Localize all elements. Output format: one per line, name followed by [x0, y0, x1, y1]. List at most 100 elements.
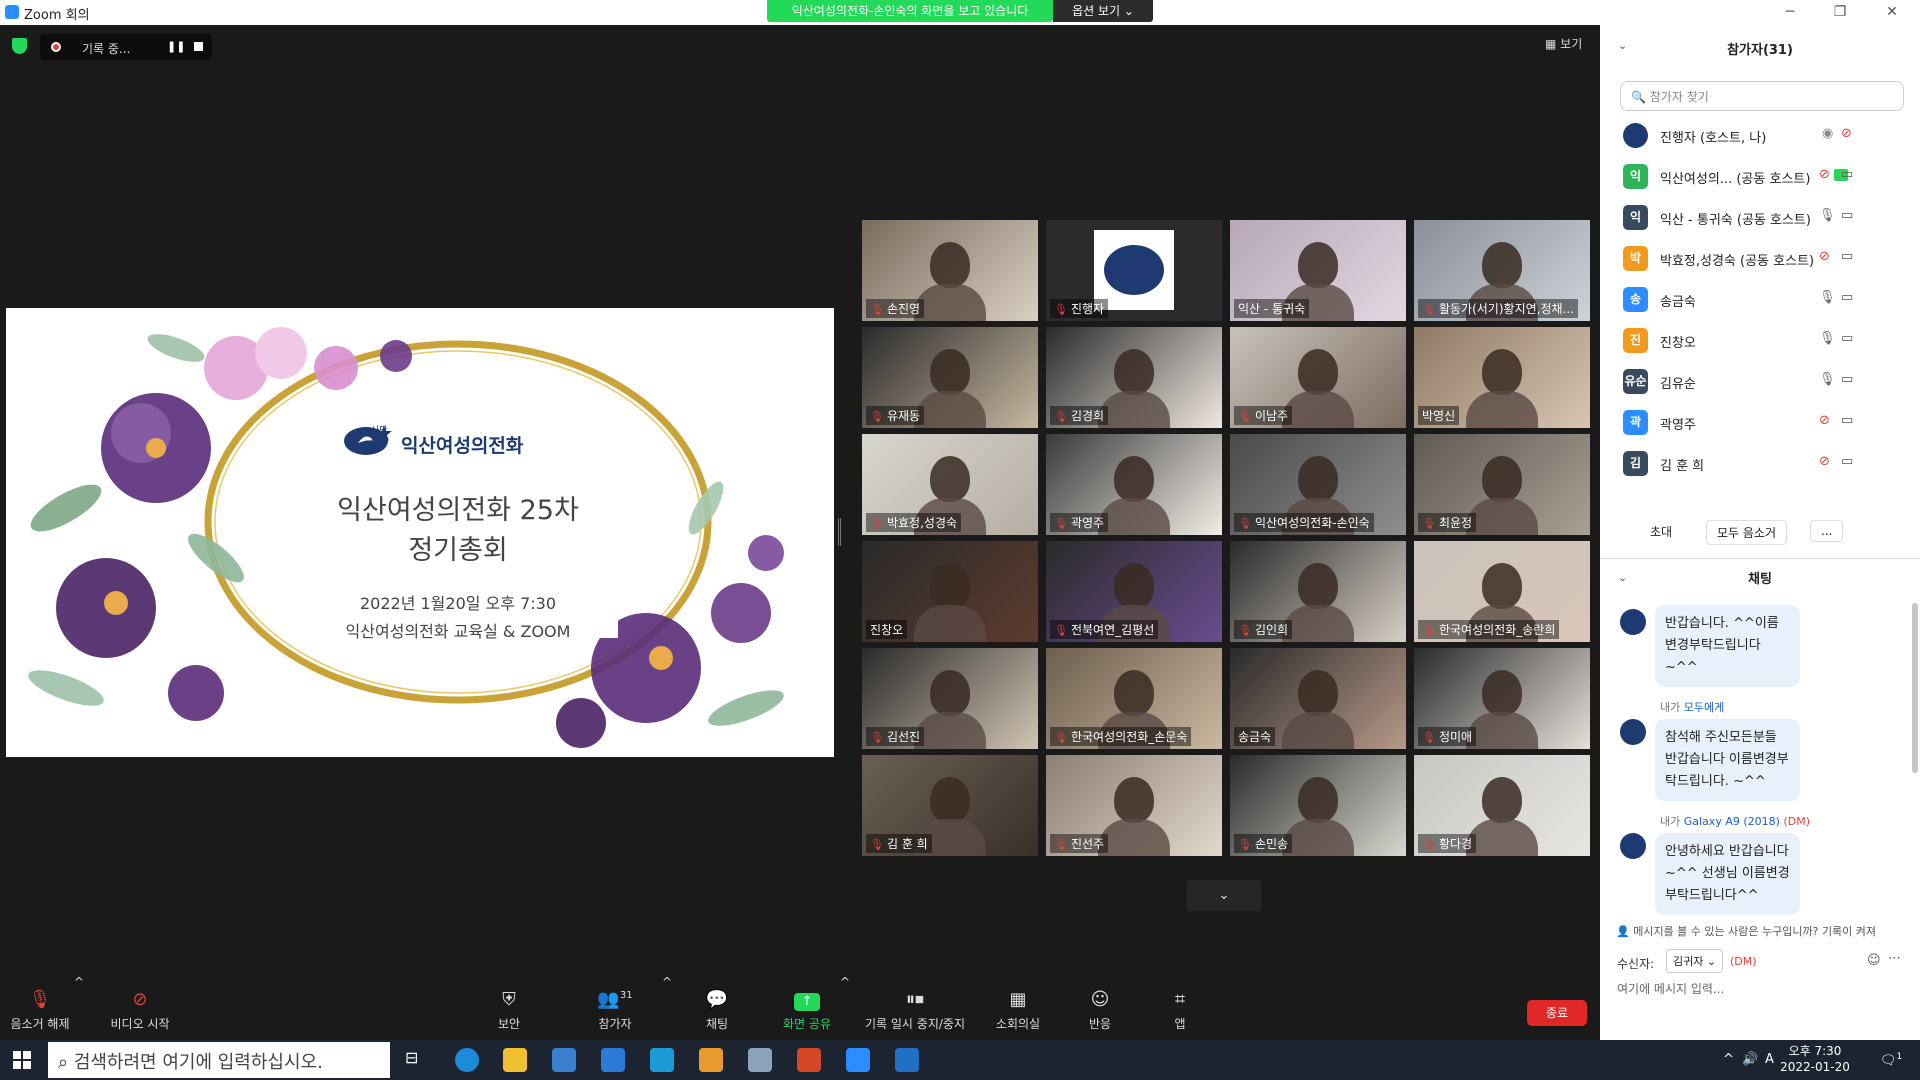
mic-muted-icon[interactable]: ⊘: [1819, 454, 1830, 469]
video-tile[interactable]: 🎙 김인희: [1230, 541, 1406, 642]
camera-off-icon[interactable]: ▭: [1841, 454, 1853, 469]
pause-recording-icon[interactable]: ❚❚: [167, 40, 185, 53]
video-tile[interactable]: 🎙 최윤정: [1414, 434, 1590, 535]
chat-button[interactable]: 💬 채팅: [692, 975, 742, 1040]
recipient-select[interactable]: 김귀자 ⌄: [1666, 949, 1724, 973]
security-button[interactable]: ⛨ 보안: [484, 975, 534, 1040]
video-tile[interactable]: 🎙 한국여성의전화_송란희: [1414, 541, 1590, 642]
video-tile[interactable]: 🎙 한국여성의전화_손문숙: [1046, 648, 1222, 749]
video-tile[interactable]: 🎙 박효정,성경숙: [862, 434, 1038, 535]
video-tile[interactable]: 익산 - 통귀숙: [1230, 220, 1406, 321]
minimize-icon[interactable]: ─: [1770, 2, 1810, 24]
video-tile[interactable]: 🎙 황다경: [1414, 755, 1590, 856]
camera-off-icon[interactable]: ▭: [1841, 290, 1853, 305]
ime-indicator[interactable]: A: [1765, 1052, 1774, 1067]
video-tile[interactable]: 🎙 유재동: [862, 327, 1038, 428]
message-recipient[interactable]: 모두에게: [1684, 701, 1724, 714]
video-tile[interactable]: 🎙 손민송: [1230, 755, 1406, 856]
app-icon[interactable]: [650, 1048, 674, 1072]
volume-icon[interactable]: 🔊: [1742, 1052, 1758, 1067]
participant-row[interactable]: 유순 김유순 🎙 ▭: [1600, 361, 1910, 402]
taskbar-search-input[interactable]: ⌕ 검색하려면 여기에 입력하십시오.: [48, 1042, 390, 1078]
video-tile[interactable]: 🎙 곽영주: [1046, 434, 1222, 535]
participant-row[interactable]: 익 익산 - 통귀숙 (공동 호스트) 🎙 ▭: [1600, 197, 1910, 238]
more-options-button[interactable]: ...: [1810, 520, 1844, 542]
mic-icon[interactable]: 🎙: [1819, 372, 1836, 387]
camera-off-icon[interactable]: ▭: [1841, 331, 1853, 346]
unmute-button[interactable]: 🎙 음소거 해제: [10, 975, 70, 1040]
participant-row[interactable]: 익 익산여성의... (공동 호스트) ⊘ ▭: [1600, 156, 1910, 197]
video-tile[interactable]: 🎙 진행자: [1046, 220, 1222, 321]
mic-muted-icon[interactable]: ⊘: [1841, 126, 1852, 141]
apps-button[interactable]: ⌗ 앱: [1165, 975, 1195, 1040]
close-icon[interactable]: ✕: [1872, 2, 1912, 24]
share-screen-button[interactable]: ↑ 화면 공유: [772, 975, 842, 1040]
participant-row[interactable]: 곽 곽영주 ⊘ ▭: [1600, 402, 1910, 443]
mic-icon[interactable]: 🎙: [1819, 290, 1836, 305]
participant-search-input[interactable]: 🔍 참가자 찾기: [1620, 81, 1904, 111]
video-tile[interactable]: 🎙 김선진: [862, 648, 1038, 749]
chat-scrollbar[interactable]: [1912, 603, 1918, 773]
reactions-button[interactable]: ☺ 반응: [1085, 975, 1115, 1040]
powerpoint-icon[interactable]: [797, 1048, 821, 1072]
tray-caret-icon[interactable]: ^: [1723, 1052, 1734, 1067]
record-button[interactable]: ⏸⏹ 기록 일시 중지/중지: [860, 975, 970, 1040]
share-options-caret[interactable]: ^: [840, 975, 850, 1040]
chat-more-icon[interactable]: ⋯: [1888, 951, 1901, 966]
video-tile[interactable]: 🎙 정미애: [1414, 648, 1590, 749]
emoji-icon[interactable]: ☺: [1867, 953, 1881, 968]
video-tile[interactable]: 송금숙: [1230, 648, 1406, 749]
video-tile[interactable]: 박영신: [1414, 327, 1590, 428]
video-tile[interactable]: 🎙 전북여연_김평선: [1046, 541, 1222, 642]
utility-icon[interactable]: [748, 1048, 772, 1072]
video-tile[interactable]: 🎙 익산여성의전화-손인숙: [1230, 434, 1406, 535]
file-explorer-icon[interactable]: [503, 1048, 527, 1072]
camera-off-icon[interactable]: ▭: [1841, 167, 1853, 182]
edge-icon[interactable]: [455, 1048, 479, 1072]
participant-row[interactable]: 송 송금숙 🎙 ▭: [1600, 279, 1910, 320]
chat-message-input[interactable]: 여기에 메시지 입력...: [1617, 980, 1724, 997]
participant-row[interactable]: 진 진창오 🎙 ▭: [1600, 320, 1910, 361]
video-tile[interactable]: 🎙 손진영: [862, 220, 1038, 321]
record-status-icon[interactable]: ◉: [1822, 126, 1833, 141]
participants-button[interactable]: 👥31 참가자: [590, 975, 640, 1040]
start-video-button[interactable]: ⊘ 비디오 시작: [100, 975, 180, 1040]
restore-icon[interactable]: ❐: [1820, 2, 1860, 24]
view-options-button[interactable]: 옵션 보기 ⌄: [1053, 0, 1153, 22]
mic-muted-icon[interactable]: ⊘: [1819, 167, 1830, 182]
participants-options-caret[interactable]: ^: [662, 975, 672, 1040]
video-tile[interactable]: 🎙 김경희: [1046, 327, 1222, 428]
zoom-taskbar-icon[interactable]: [846, 1048, 870, 1072]
split-divider[interactable]: [838, 518, 841, 546]
video-tile[interactable]: 🎙 진선주: [1046, 755, 1222, 856]
mail-icon[interactable]: [601, 1048, 625, 1072]
end-meeting-button[interactable]: 종료: [1527, 1000, 1587, 1026]
mic-muted-icon[interactable]: ⊘: [1819, 413, 1830, 428]
taskbar-clock[interactable]: 오후 7:30 2022-01-20: [1780, 1043, 1850, 1075]
media-player-icon[interactable]: [699, 1048, 723, 1072]
gallery-next-button[interactable]: ⌄: [1187, 880, 1261, 911]
video-tile[interactable]: 🎙 이남주: [1230, 327, 1406, 428]
video-tile[interactable]: 진창오: [862, 541, 1038, 642]
video-tile[interactable]: 🎙 활동가(서기)황지연,정채...: [1414, 220, 1590, 321]
breakout-rooms-button[interactable]: ▦ 소회의실: [990, 975, 1046, 1040]
participant-row[interactable]: 박 박효정,성경숙 (공동 호스트) ⊘ ▭: [1600, 238, 1910, 279]
stop-recording-icon[interactable]: [194, 42, 203, 51]
store-icon[interactable]: [552, 1048, 576, 1072]
participant-row[interactable]: 진행자 (호스트, 나) ◉ ⊘: [1600, 115, 1910, 156]
message-recipient[interactable]: Galaxy A9 (2018): [1684, 815, 1780, 828]
camera-off-icon[interactable]: ▭: [1841, 413, 1853, 428]
visibility-note[interactable]: 👤 메시지를 볼 수 있는 사람은 누구입니까? 기록이 켜져: [1616, 923, 1912, 939]
camera-off-icon[interactable]: ▭: [1841, 208, 1853, 223]
mic-icon[interactable]: 🎙: [1819, 331, 1836, 346]
view-button[interactable]: ▦ 보기: [1545, 35, 1582, 52]
notification-icon[interactable]: 🗨1: [1880, 1052, 1902, 1068]
task-view-icon[interactable]: ⊟: [405, 1048, 429, 1072]
participant-row[interactable]: 김 김 훈 희 ⊘ ▭: [1600, 443, 1910, 484]
camera-off-icon[interactable]: ▭: [1841, 249, 1853, 264]
invite-button[interactable]: 초대: [1640, 520, 1682, 543]
video-tile[interactable]: 🎙 김 훈 희: [862, 755, 1038, 856]
mute-all-button[interactable]: 모두 음소거: [1706, 520, 1788, 545]
windows-start-icon[interactable]: [13, 1051, 31, 1069]
camera-off-icon[interactable]: ▭: [1841, 372, 1853, 387]
